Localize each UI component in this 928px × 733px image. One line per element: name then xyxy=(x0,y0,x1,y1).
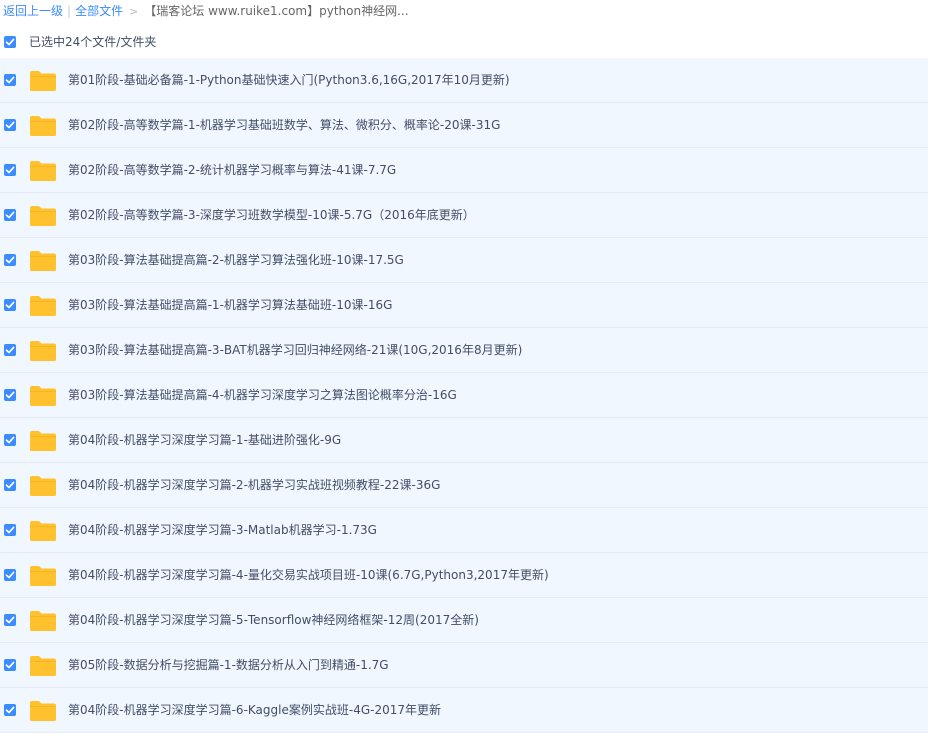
file-name[interactable]: 第03阶段-算法基础提高篇-3-BAT机器学习回归神经网络-21课(10G,20… xyxy=(68,328,522,373)
select-all-checkbox[interactable] xyxy=(4,36,16,48)
breadcrumb-separator: | xyxy=(67,4,72,18)
row-checkbox[interactable] xyxy=(4,344,16,356)
file-name[interactable]: 第02阶段-高等数学篇-3-深度学习班数学模型-10课-5.7G（2016年底更… xyxy=(68,193,475,238)
select-all-row: 已选中24个文件/文件夹 xyxy=(0,30,928,54)
row-checkbox[interactable] xyxy=(4,569,16,581)
row-checkbox[interactable] xyxy=(4,389,16,401)
file-name[interactable]: 第04阶段-机器学习深度学习篇-4-量化交易实战项目班-10课(6.7G,Pyt… xyxy=(68,553,549,598)
file-row[interactable]: 第04阶段-机器学习深度学习篇-4-量化交易实战项目班-10课(6.7G,Pyt… xyxy=(0,553,928,598)
checkmark-icon xyxy=(5,301,15,309)
file-row[interactable]: 第04阶段-机器学习深度学习篇-6-Kaggle案例实战班-4G-2017年更新 xyxy=(0,688,928,733)
file-name[interactable]: 第03阶段-算法基础提高篇-4-机器学习深度学习之算法图论概率分治-16G xyxy=(68,373,457,418)
folder-icon xyxy=(30,71,56,91)
back-link[interactable]: 返回上一级 xyxy=(3,4,63,18)
row-checkbox[interactable] xyxy=(4,299,16,311)
row-checkbox[interactable] xyxy=(4,254,16,266)
checkmark-icon xyxy=(5,166,15,174)
file-name[interactable]: 第04阶段-机器学习深度学习篇-6-Kaggle案例实战班-4G-2017年更新 xyxy=(68,688,441,733)
file-name[interactable]: 第04阶段-机器学习深度学习篇-5-Tensorflow神经网络框架-12周(2… xyxy=(68,598,479,643)
row-checkbox[interactable] xyxy=(4,74,16,86)
checkmark-icon xyxy=(5,256,15,264)
file-row[interactable]: 第04阶段-机器学习深度学习篇-5-Tensorflow神经网络框架-12周(2… xyxy=(0,598,928,643)
row-checkbox[interactable] xyxy=(4,704,16,716)
current-folder-title: 【瑞客论坛 www.ruike1.com】python神经网... xyxy=(144,4,409,18)
file-name[interactable]: 第02阶段-高等数学篇-1-机器学习基础班数学、算法、微积分、概率论-20课-3… xyxy=(68,103,500,148)
row-checkbox[interactable] xyxy=(4,614,16,626)
checkmark-icon xyxy=(5,436,15,444)
row-checkbox[interactable] xyxy=(4,209,16,221)
folder-icon xyxy=(30,476,56,496)
folder-icon xyxy=(30,431,56,451)
checkmark-icon xyxy=(5,346,15,354)
checkmark-icon xyxy=(5,526,15,534)
all-files-link[interactable]: 全部文件 xyxy=(75,4,123,18)
file-row[interactable]: 第03阶段-算法基础提高篇-4-机器学习深度学习之算法图论概率分治-16G xyxy=(0,373,928,418)
file-name[interactable]: 第04阶段-机器学习深度学习篇-1-基础进阶强化-9G xyxy=(68,418,341,463)
folder-icon xyxy=(30,566,56,586)
checkmark-icon xyxy=(5,391,15,399)
file-name[interactable]: 第04阶段-机器学习深度学习篇-2-机器学习实战班视频教程-22课-36G xyxy=(68,463,440,508)
checkmark-icon xyxy=(5,616,15,624)
folder-icon xyxy=(30,611,56,631)
file-row[interactable]: 第03阶段-算法基础提高篇-3-BAT机器学习回归神经网络-21课(10G,20… xyxy=(0,328,928,373)
breadcrumb: 返回上一级 | 全部文件 > 【瑞客论坛 www.ruike1.com】python神经… xyxy=(0,0,928,22)
file-row[interactable]: 第02阶段-高等数学篇-2-统计机器学习概率与算法-41课-7.7G xyxy=(0,148,928,193)
folder-icon xyxy=(30,341,56,361)
row-checkbox[interactable] xyxy=(4,119,16,131)
checkmark-icon xyxy=(5,481,15,489)
folder-icon xyxy=(30,386,56,406)
file-name[interactable]: 第03阶段-算法基础提高篇-1-机器学习算法基础班-10课-16G xyxy=(68,283,392,328)
checkmark-icon xyxy=(5,76,15,84)
row-checkbox[interactable] xyxy=(4,434,16,446)
row-checkbox[interactable] xyxy=(4,524,16,536)
checkmark-icon xyxy=(5,211,15,219)
row-checkbox[interactable] xyxy=(4,659,16,671)
selection-count-label: 已选中24个文件/文件夹 xyxy=(29,35,157,49)
file-name[interactable]: 第04阶段-机器学习深度学习篇-3-Matlab机器学习-1.73G xyxy=(68,508,377,553)
file-row[interactable]: 第03阶段-算法基础提高篇-2-机器学习算法强化班-10课-17.5G xyxy=(0,238,928,283)
file-name[interactable]: 第01阶段-基础必备篇-1-Python基础快速入门(Python3.6,16G… xyxy=(68,58,510,103)
row-checkbox[interactable] xyxy=(4,479,16,491)
file-row[interactable]: 第04阶段-机器学习深度学习篇-2-机器学习实战班视频教程-22课-36G xyxy=(0,463,928,508)
folder-icon xyxy=(30,296,56,316)
folder-icon xyxy=(30,161,56,181)
file-row[interactable]: 第04阶段-机器学习深度学习篇-1-基础进阶强化-9G xyxy=(0,418,928,463)
folder-icon xyxy=(30,251,56,271)
folder-icon xyxy=(30,521,56,541)
checkmark-icon xyxy=(5,661,15,669)
checkmark-icon xyxy=(5,571,15,579)
folder-icon xyxy=(30,701,56,721)
file-row[interactable]: 第03阶段-算法基础提高篇-1-机器学习算法基础班-10课-16G xyxy=(0,283,928,328)
checkmark-icon xyxy=(5,706,15,714)
file-name[interactable]: 第05阶段-数据分析与挖掘篇-1-数据分析从入门到精通-1.7G xyxy=(68,643,389,688)
file-row[interactable]: 第02阶段-高等数学篇-1-机器学习基础班数学、算法、微积分、概率论-20课-3… xyxy=(0,103,928,148)
row-checkbox[interactable] xyxy=(4,164,16,176)
file-list: 第01阶段-基础必备篇-1-Python基础快速入门(Python3.6,16G… xyxy=(0,58,928,733)
file-name[interactable]: 第03阶段-算法基础提高篇-2-机器学习算法强化班-10课-17.5G xyxy=(68,238,404,283)
folder-icon xyxy=(30,116,56,136)
file-row[interactable]: 第04阶段-机器学习深度学习篇-3-Matlab机器学习-1.73G xyxy=(0,508,928,553)
file-name[interactable]: 第02阶段-高等数学篇-2-统计机器学习概率与算法-41课-7.7G xyxy=(68,148,396,193)
file-row[interactable]: 第05阶段-数据分析与挖掘篇-1-数据分析从入门到精通-1.7G xyxy=(0,643,928,688)
checkmark-icon xyxy=(5,121,15,129)
file-row[interactable]: 第02阶段-高等数学篇-3-深度学习班数学模型-10课-5.7G（2016年底更… xyxy=(0,193,928,238)
breadcrumb-arrow-icon: > xyxy=(129,5,139,18)
file-row[interactable]: 第01阶段-基础必备篇-1-Python基础快速入门(Python3.6,16G… xyxy=(0,58,928,103)
checkmark-icon xyxy=(5,38,15,46)
folder-icon xyxy=(30,656,56,676)
folder-icon xyxy=(30,206,56,226)
